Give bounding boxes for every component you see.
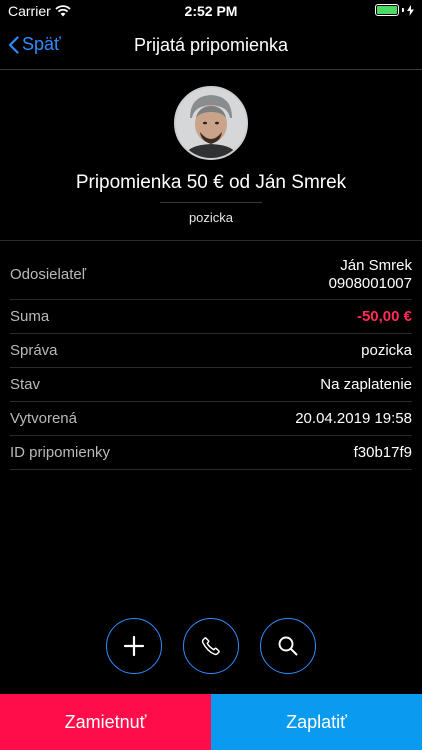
detail-label: Správa	[10, 342, 58, 359]
person-photo-icon	[176, 88, 246, 158]
battery-indicator	[375, 4, 414, 16]
detail-row-message: Správa pozicka	[10, 334, 412, 368]
add-button[interactable]	[106, 618, 162, 674]
battery-icon	[375, 4, 399, 16]
sender-phone: 0908001007	[328, 274, 412, 292]
amount-value: -50,00 €	[356, 307, 412, 325]
reminder-headline: Pripomienka 50 € od Ján Smrek	[75, 172, 347, 193]
phone-icon	[201, 637, 220, 656]
section-divider	[0, 240, 422, 241]
sender-name: Ján Smrek	[340, 256, 412, 274]
search-button[interactable]	[260, 618, 316, 674]
detail-label: ID pripomienky	[10, 444, 111, 461]
battery-level	[377, 6, 397, 14]
detail-row-id: ID pripomienky f30b17f9	[10, 436, 412, 470]
call-button[interactable]	[183, 618, 239, 674]
detail-value: Ján Smrek 0908001007	[329, 257, 412, 293]
detail-value: pozicka	[361, 341, 412, 359]
detail-row-status: Stav Na zaplatenie	[10, 368, 412, 402]
status-bar: Carrier 2:52 PM	[0, 0, 422, 22]
detail-row-amount: Suma -50,00 €	[10, 300, 412, 334]
plus-icon	[123, 635, 145, 657]
detail-label: Suma	[10, 308, 50, 325]
search-icon	[278, 636, 298, 656]
charging-bolt-icon	[407, 4, 414, 16]
screen: Carrier 2:52 PM Späť Prijatá pripomienka…	[0, 0, 422, 750]
detail-row-created: Vytvorená 20.04.2019 19:58	[10, 402, 412, 436]
navigation-bar: Späť Prijatá pripomienka	[0, 22, 422, 70]
detail-value: f30b17f9	[353, 443, 412, 461]
clock: 2:52 PM	[184, 3, 238, 19]
avatar	[174, 86, 248, 160]
battery-tip	[402, 8, 404, 12]
detail-label: Stav	[10, 376, 41, 393]
detail-row-sender: Odosielateľ Ján Smrek 0908001007	[10, 250, 412, 300]
pay-button[interactable]: Zaplatiť	[211, 694, 422, 750]
detail-value: 20.04.2019 19:58	[295, 409, 412, 427]
reject-button[interactable]: Zamietnuť	[0, 694, 211, 750]
header-divider	[160, 202, 262, 203]
detail-value: Na zaplatenie	[320, 375, 412, 393]
detail-label: Odosielateľ	[10, 266, 87, 283]
reminder-note: pozicka	[188, 210, 234, 225]
detail-label: Vytvorená	[10, 410, 77, 427]
page-title: Prijatá pripomienka	[133, 35, 289, 55]
